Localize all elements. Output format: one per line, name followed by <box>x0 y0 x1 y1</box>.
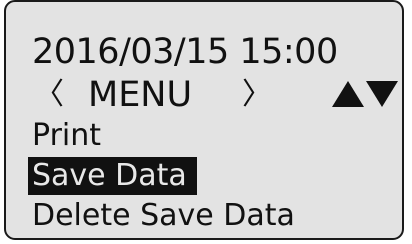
scroll-indicator <box>332 81 398 107</box>
triangle-up-icon[interactable] <box>332 81 364 107</box>
menu-item-print[interactable]: Print <box>32 121 101 151</box>
lcd-bezel: 2016/03/15 15:00 〈 MENU 〉 Print Save Dat… <box>4 0 404 240</box>
triangle-down-icon[interactable] <box>366 81 398 107</box>
menu-next-arrow[interactable]: 〉 <box>242 80 272 110</box>
lcd-screen: 2016/03/15 15:00 〈 MENU 〉 Print Save Dat… <box>6 2 402 238</box>
menu-header: 〈 MENU 〉 <box>32 75 398 117</box>
menu-title: MENU <box>88 75 193 115</box>
menu-item-save-data[interactable]: Save Data <box>28 157 197 195</box>
menu-prev-arrow[interactable]: 〈 <box>34 80 64 110</box>
menu-item-delete-save-data[interactable]: Delete Save Data <box>32 201 295 231</box>
datetime-display: 2016/03/15 15:00 <box>32 32 338 72</box>
